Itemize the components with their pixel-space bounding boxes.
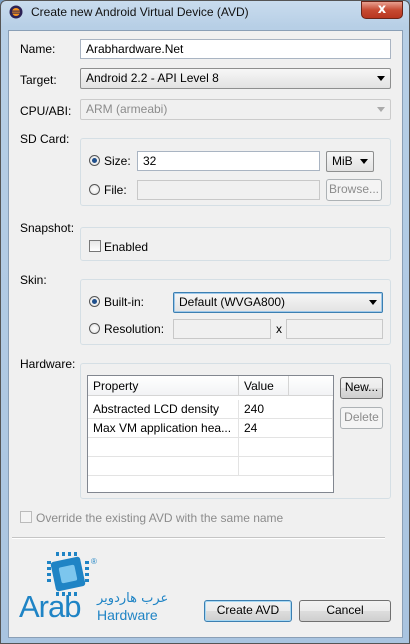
- sdcard-size-radio[interactable]: [89, 155, 100, 166]
- name-label: Name:: [20, 42, 56, 56]
- footer-separator: [12, 537, 385, 539]
- skin-builtin-label: Built-in:: [104, 295, 145, 309]
- skin-resolution-label: Resolution:: [104, 322, 165, 336]
- new-hardware-button[interactable]: New...: [340, 377, 383, 399]
- chevron-down-icon: [369, 300, 377, 305]
- logo-arab-text: Arab: [19, 589, 81, 624]
- target-label: Target:: [20, 73, 57, 87]
- delete-hardware-button: Delete: [340, 407, 383, 429]
- column-header-value[interactable]: Value: [239, 376, 289, 396]
- close-button[interactable]: x: [361, 1, 403, 19]
- skin-label: Skin:: [20, 273, 47, 287]
- hardware-table[interactable]: Property Value Abstracted LCD density 24…: [87, 375, 334, 493]
- column-header-property[interactable]: Property: [88, 376, 239, 396]
- skin-builtin-radio[interactable]: [89, 296, 100, 307]
- browse-button: Browse...: [326, 179, 382, 201]
- hardware-label: Hardware:: [20, 357, 76, 371]
- column-header-filler: [289, 376, 333, 396]
- sdcard-unit-value: MiB: [332, 154, 353, 168]
- sdcard-unit-select[interactable]: MiB: [326, 151, 374, 172]
- chevron-down-icon: [360, 159, 368, 164]
- chevron-down-icon: [377, 76, 385, 81]
- sdcard-file-radio[interactable]: [89, 184, 100, 195]
- create-avd-button[interactable]: Create AVD: [204, 600, 292, 622]
- snapshot-enabled-checkbox[interactable]: [89, 240, 101, 252]
- resolution-x-label: x: [276, 322, 282, 336]
- chevron-down-icon: [377, 107, 385, 112]
- skin-builtin-select[interactable]: Default (WVGA800): [173, 292, 383, 313]
- resolution-height-input: [286, 319, 383, 339]
- cancel-button[interactable]: Cancel: [299, 600, 391, 622]
- sdcard-label: SD Card:: [20, 132, 70, 146]
- cpu-abi-value: ARM (armeabi): [86, 102, 168, 116]
- eclipse-icon: [9, 5, 23, 19]
- logo-hardware-text: Hardware: [97, 607, 158, 623]
- table-empty-cell: [88, 457, 239, 476]
- logo-arabic-text: عرب هاردوير: [97, 591, 169, 606]
- name-input[interactable]: Arabhardware.Net: [80, 39, 391, 59]
- skin-resolution-radio[interactable]: [89, 323, 100, 334]
- skin-builtin-value: Default (WVGA800): [179, 295, 286, 309]
- override-checkbox: [20, 511, 32, 523]
- override-label: Override the existing AVD with the same …: [36, 511, 284, 525]
- table-cell-property[interactable]: Abstracted LCD density: [88, 400, 239, 419]
- window-title: Create new Android Virtual Device (AVD): [31, 5, 249, 19]
- title-bar[interactable]: Create new Android Virtual Device (AVD) …: [1, 1, 409, 23]
- avd-dialog-window: Create new Android Virtual Device (AVD) …: [0, 0, 410, 644]
- sdcard-file-label: File:: [104, 183, 127, 197]
- table-cell-value[interactable]: 24: [239, 419, 333, 438]
- resolution-width-input: [173, 319, 271, 339]
- logo-registered-mark: ®: [91, 557, 97, 566]
- target-select[interactable]: Android 2.2 - API Level 8: [80, 68, 391, 89]
- snapshot-label: Snapshot:: [20, 221, 75, 235]
- table-empty-cell: [88, 438, 239, 457]
- target-select-value: Android 2.2 - API Level 8: [86, 71, 219, 85]
- arabhardware-logo: ® Arab عرب هاردوير Hardware: [19, 549, 199, 629]
- table-empty-cell: [239, 438, 333, 457]
- sdcard-size-input[interactable]: 32: [137, 151, 320, 171]
- table-empty-cell: [239, 457, 333, 476]
- sdcard-file-input: [137, 180, 320, 200]
- snapshot-enabled-label: Enabled: [104, 240, 149, 254]
- cpu-abi-select: ARM (armeabi): [80, 99, 391, 120]
- table-cell-property[interactable]: Max VM application hea...: [88, 419, 239, 438]
- sdcard-size-label: Size:: [104, 154, 131, 168]
- table-cell-value[interactable]: 240: [239, 400, 333, 419]
- cpu-abi-label: CPU/ABI:: [20, 104, 72, 118]
